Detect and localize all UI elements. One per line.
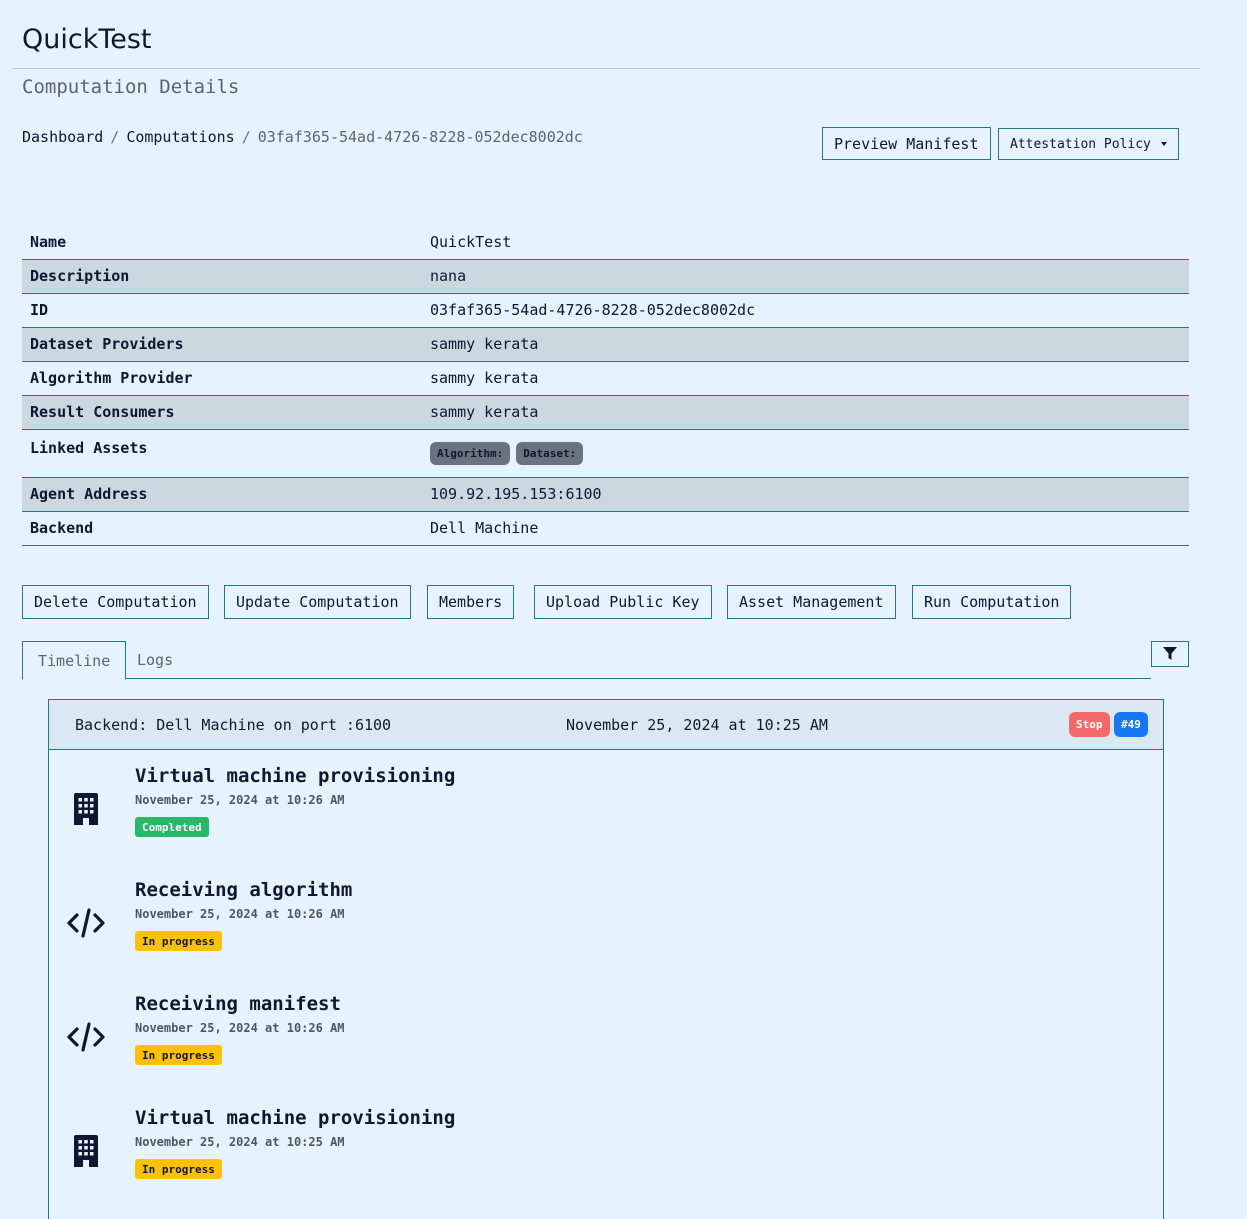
detail-key: Dataset Providers <box>22 327 422 362</box>
asset-management-button[interactable]: Asset Management <box>727 585 896 619</box>
tab-timeline[interactable]: Timeline <box>22 641 127 680</box>
run-start-time: November 25, 2024 at 10:25 AM <box>566 716 828 734</box>
detail-value: sammy kerata <box>422 361 1189 396</box>
event-title: Receiving algorithm <box>135 879 353 901</box>
detail-value: 109.92.195.153:6100 <box>422 477 1189 512</box>
run-header: Backend: Dell Machine on port :6100 Nove… <box>49 700 1163 750</box>
run-backend: Backend: Dell Machine on port :6100 <box>75 716 392 734</box>
attestation-policy-dropdown[interactable]: Attestation Policy <box>998 128 1179 160</box>
detail-value: sammy kerata <box>422 327 1189 362</box>
event-time: November 25, 2024 at 10:26 AM <box>135 1021 345 1035</box>
detail-key: Result Consumers <box>22 395 422 430</box>
status-badge: In progress <box>135 931 222 951</box>
status-badge: In progress <box>135 1045 222 1065</box>
event-time: November 25, 2024 at 10:26 AM <box>135 793 345 807</box>
run-number-badge: #49 <box>1114 712 1148 737</box>
upload-public-key-button[interactable]: Upload Public Key <box>534 585 712 619</box>
detail-value: nana <box>422 259 1189 294</box>
breadcrumb-separator: / <box>110 128 120 146</box>
timeline-event: Virtual machine provisioning November 25… <box>49 1107 1163 1207</box>
breadcrumb-dashboard[interactable]: Dashboard <box>22 128 103 146</box>
computation-run-card: Backend: Dell Machine on port :6100 Nove… <box>48 699 1164 1219</box>
filter-button[interactable] <box>1151 641 1189 667</box>
title-divider <box>12 68 1200 69</box>
computation-details-table: Name QuickTest Description nana ID 03faf… <box>22 226 1189 546</box>
breadcrumb: Dashboard / Computations / 03faf365-54ad-472… <box>22 128 583 146</box>
detail-row-backend: Backend Dell Machine <box>22 511 1189 546</box>
detail-value: 03faf365-54ad-4726-8228-052dec8002dc <box>422 293 1189 328</box>
page-subtitle: Computation Details <box>22 76 240 98</box>
detail-row-description: Description nana <box>22 259 1189 294</box>
timeline-event: Receiving algorithm November 25, 2024 at… <box>49 879 1163 979</box>
building-icon <box>66 1131 106 1171</box>
code-icon <box>66 1017 106 1057</box>
dataset-asset-badge[interactable]: Dataset: <box>516 441 584 465</box>
detail-key: Algorithm Provider <box>22 361 422 396</box>
detail-row-linked-assets: Linked Assets Algorithm: Dataset: <box>22 429 1189 478</box>
detail-value: sammy kerata <box>422 395 1189 430</box>
tab-logs[interactable]: Logs <box>122 641 188 679</box>
update-computation-button[interactable]: Update Computation <box>224 585 411 619</box>
app-title: QuickTest <box>22 24 152 55</box>
caret-down-icon <box>1160 142 1167 146</box>
code-icon <box>66 903 106 943</box>
detail-key: Description <box>22 259 422 294</box>
event-time: November 25, 2024 at 10:25 AM <box>135 1135 345 1149</box>
detail-key: Agent Address <box>22 477 422 512</box>
detail-value: Algorithm: Dataset: <box>422 429 1189 478</box>
detail-row-result-consumers: Result Consumers sammy kerata <box>22 395 1189 430</box>
stop-button[interactable]: Stop <box>1069 712 1110 737</box>
detail-key: Backend <box>22 511 422 546</box>
event-title: Virtual machine provisioning <box>135 1107 456 1129</box>
detail-key: ID <box>22 293 422 328</box>
algorithm-asset-badge[interactable]: Algorithm: <box>430 441 511 465</box>
detail-key: Name <box>22 226 422 260</box>
computation-actions: Delete Computation Update Computation Me… <box>0 585 1247 619</box>
event-time: November 25, 2024 at 10:26 AM <box>135 907 345 921</box>
detail-row-dataset-providers: Dataset Providers sammy kerata <box>22 327 1189 362</box>
detail-value: Dell Machine <box>422 511 1189 546</box>
detail-row-id: ID 03faf365-54ad-4726-8228-052dec8002dc <box>22 293 1189 328</box>
detail-row-agent-address: Agent Address 109.92.195.153:6100 <box>22 477 1189 512</box>
event-title: Receiving manifest <box>135 993 341 1015</box>
filter-icon <box>1163 647 1177 660</box>
delete-computation-button[interactable]: Delete Computation <box>22 585 209 619</box>
breadcrumb-separator: / <box>241 128 251 146</box>
breadcrumb-computations[interactable]: Computations <box>126 128 234 146</box>
members-button[interactable]: Members <box>427 585 515 619</box>
building-icon <box>66 789 106 829</box>
detail-row-algorithm-provider: Algorithm Provider sammy kerata <box>22 361 1189 396</box>
run-computation-button[interactable]: Run Computation <box>912 585 1072 619</box>
breadcrumb-current: 03faf365-54ad-4726-8228-052dec8002dc <box>257 128 583 146</box>
detail-row-name: Name QuickTest <box>22 226 1189 260</box>
attestation-policy-label: Attestation Policy <box>1010 136 1151 152</box>
detail-value: QuickTest <box>422 226 1189 260</box>
timeline-event: Receiving manifest November 25, 2024 at … <box>49 993 1163 1093</box>
detail-key: Linked Assets <box>22 429 422 478</box>
event-title: Virtual machine provisioning <box>135 765 456 787</box>
status-badge: Completed <box>135 817 209 837</box>
tab-bar: Timeline Logs <box>22 641 1151 680</box>
timeline-event: Virtual machine provisioning November 25… <box>49 765 1163 865</box>
status-badge: In progress <box>135 1159 222 1179</box>
preview-manifest-button[interactable]: Preview Manifest <box>822 127 991 160</box>
